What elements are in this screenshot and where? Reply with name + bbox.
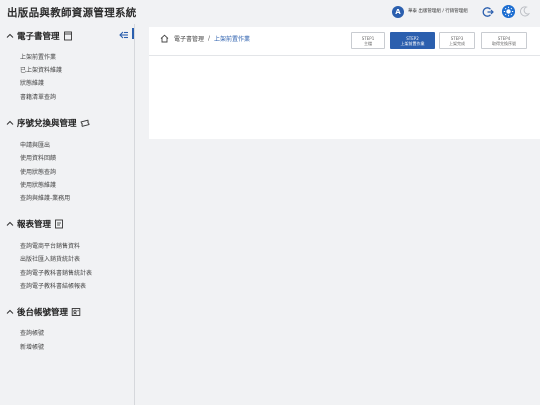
section-serial-management[interactable]: 序號兌換與管理	[6, 117, 90, 129]
sidebar-item-account-add[interactable]: 新增帳號	[20, 342, 44, 351]
user-info: 華泰 出版管理組 / 行銷管理組	[408, 9, 468, 14]
step-title: 取得兌換序號	[492, 41, 516, 46]
sidebar-item-prelisting[interactable]: 上架前置作業	[20, 52, 56, 61]
home-icon[interactable]	[160, 34, 169, 43]
section-account-management[interactable]: 後台帳號管理	[6, 306, 81, 318]
content-divider	[149, 55, 540, 56]
sidebar-item-status-maintenance[interactable]: 狀態維護	[20, 78, 44, 87]
step-title: 上架完成	[449, 41, 465, 46]
sidebar-item-textbook-billing[interactable]: 查詢電子教科書結帳報表	[20, 281, 86, 290]
active-menu-indicator	[132, 28, 134, 39]
step-title: 上架前置作業	[400, 41, 425, 46]
report-icon	[55, 219, 63, 229]
sidebar-item-sales-query[interactable]: 查詢與維護-業務用	[20, 193, 70, 202]
logout-icon[interactable]	[482, 6, 494, 18]
theme-light-icon[interactable]	[502, 5, 515, 18]
chevron-up-icon	[6, 33, 14, 38]
section-title-label: 電子書管理	[17, 32, 60, 42]
app-title: 出版品與教師資源管理系統	[7, 7, 137, 19]
section-title-label: 序號兌換與管理	[17, 119, 77, 129]
breadcrumb-separator: /	[208, 35, 211, 42]
sidebar-item-apply-export[interactable]: 申請與匯出	[20, 140, 50, 149]
sidebar-item-textbook-sales-stats[interactable]: 查詢電子教科書銷售統計表	[20, 268, 92, 277]
chevron-up-icon	[6, 309, 14, 314]
chevron-up-icon	[6, 221, 14, 226]
ticket-icon	[80, 119, 90, 127]
sidebar-item-publisher-import[interactable]: 出版社匯入銷貨統計表	[20, 254, 80, 263]
user-avatar[interactable]: A	[392, 6, 404, 18]
sidebar-item-listed-maintenance[interactable]: 已上架資料維護	[20, 65, 62, 74]
sidebar-item-usage-status-query[interactable]: 使用狀態查詢	[20, 167, 56, 176]
book-icon	[63, 31, 72, 41]
step-title: 主檔	[364, 41, 372, 46]
sidebar-item-usage-feedback[interactable]: 使用資料回饋	[20, 153, 56, 162]
step-1-button[interactable]: STEP1 主檔	[351, 32, 385, 49]
collapse-sidebar-icon[interactable]	[119, 30, 129, 40]
section-title-label: 報表管理	[17, 220, 52, 230]
chevron-up-icon	[6, 120, 14, 125]
breadcrumb-current: 上架前置作業	[214, 36, 251, 43]
breadcrumb-item[interactable]: 電子書管理	[174, 34, 204, 43]
sidebar-item-account-query[interactable]: 查詢帳號	[20, 328, 44, 337]
top-header: 出版品與教師資源管理系統 A 華泰 出版管理組 / 行銷管理組	[0, 0, 540, 24]
breadcrumb: 電子書管理 / 上架前置作業	[160, 34, 250, 43]
sidebar-item-book-list-query[interactable]: 書籍清單查詢	[20, 92, 56, 101]
theme-dark-icon[interactable]	[519, 6, 530, 17]
section-title-label: 後台帳號管理	[17, 308, 69, 318]
step-3-button[interactable]: STEP3 上架完成	[439, 32, 475, 49]
section-report-management[interactable]: 報表管理	[6, 218, 64, 230]
sidebar-item-ecommerce-sales[interactable]: 查詢電商平台銷售資料	[20, 241, 80, 250]
sidebar-item-usage-status-maintenance[interactable]: 使用狀態維護	[20, 180, 56, 189]
section-ebook-management[interactable]: 電子書管理	[6, 30, 73, 42]
step-4-button[interactable]: STEP4 取得兌換序號	[481, 32, 527, 49]
account-icon	[71, 308, 81, 316]
step-2-button[interactable]: STEP2 上架前置作業	[390, 32, 435, 49]
